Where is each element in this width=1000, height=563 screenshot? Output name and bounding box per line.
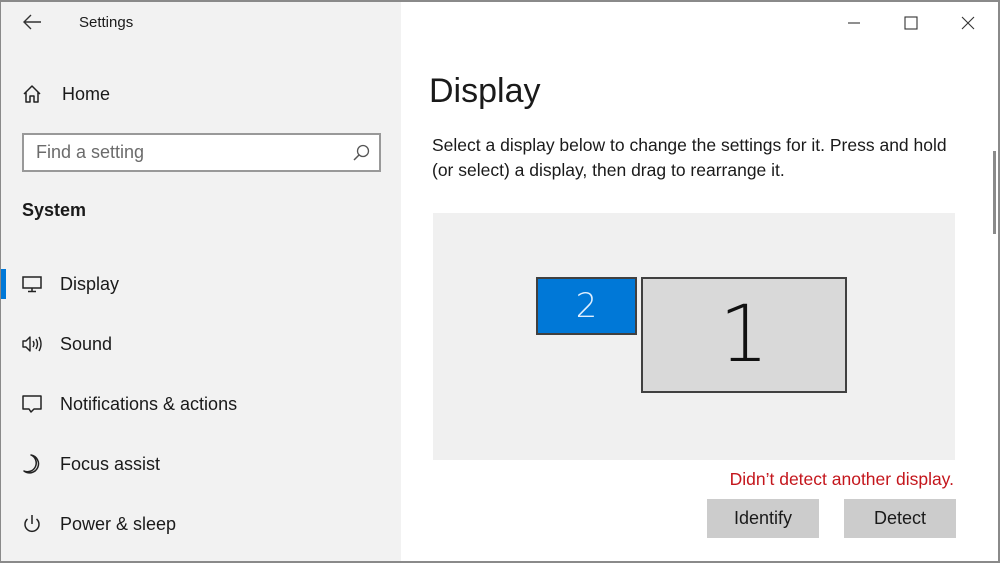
display-arrangement-area[interactable]: 2 1: [433, 213, 955, 460]
sidebar-item-label: Power & sleep: [60, 513, 177, 534]
minimize-icon: [848, 22, 860, 24]
back-arrow-icon: [23, 14, 41, 30]
moon-icon: [21, 453, 43, 475]
sidebar-item-home[interactable]: Home: [1, 74, 401, 114]
sidebar-item-notifications[interactable]: Notifications & actions: [1, 384, 401, 424]
sidebar: Settings Home System: [1, 2, 401, 561]
sidebar-item-label: Sound: [60, 333, 113, 354]
monitor-icon: [21, 273, 43, 295]
search-box[interactable]: [22, 133, 381, 172]
detect-button[interactable]: Detect: [844, 499, 956, 538]
sidebar-item-sound[interactable]: Sound: [1, 324, 401, 364]
maximize-button[interactable]: [891, 10, 931, 36]
search-input[interactable]: [36, 135, 346, 170]
settings-window: Settings Home System: [0, 0, 1000, 563]
display-1-tile[interactable]: 1: [641, 277, 847, 393]
sidebar-item-label: Home: [62, 83, 111, 104]
main-content: Display Select a display below to change…: [401, 2, 998, 561]
sidebar-item-label: Focus assist: [60, 453, 161, 474]
maximize-icon: [904, 16, 918, 30]
speaker-icon: [21, 333, 43, 355]
search-icon[interactable]: [351, 143, 371, 163]
display-2-tile[interactable]: 2: [536, 277, 637, 335]
close-button[interactable]: [948, 10, 988, 36]
close-icon: [961, 16, 975, 30]
notification-icon: [21, 393, 43, 415]
home-icon: [21, 83, 43, 105]
page-title: Display: [429, 72, 541, 110]
back-button[interactable]: [19, 10, 47, 34]
display-number: 2: [575, 286, 598, 326]
sidebar-item-focus-assist[interactable]: Focus assist: [1, 444, 401, 484]
sidebar-item-label: Display: [60, 273, 120, 294]
identify-button[interactable]: Identify: [707, 499, 819, 538]
power-icon: [21, 513, 43, 535]
sidebar-item-power-sleep[interactable]: Power & sleep: [1, 504, 401, 544]
sidebar-item-label: Notifications & actions: [60, 393, 238, 414]
scrollbar-thumb[interactable]: [993, 151, 996, 234]
section-header-system: System: [22, 200, 87, 220]
app-title: Settings: [79, 14, 134, 31]
sidebar-item-display[interactable]: Display: [1, 264, 401, 304]
minimize-button[interactable]: [834, 10, 874, 36]
detection-error-message: Didn’t detect another display.: [729, 469, 954, 489]
display-number: 1: [719, 290, 769, 380]
page-description: Select a display below to change the set…: [432, 135, 947, 180]
